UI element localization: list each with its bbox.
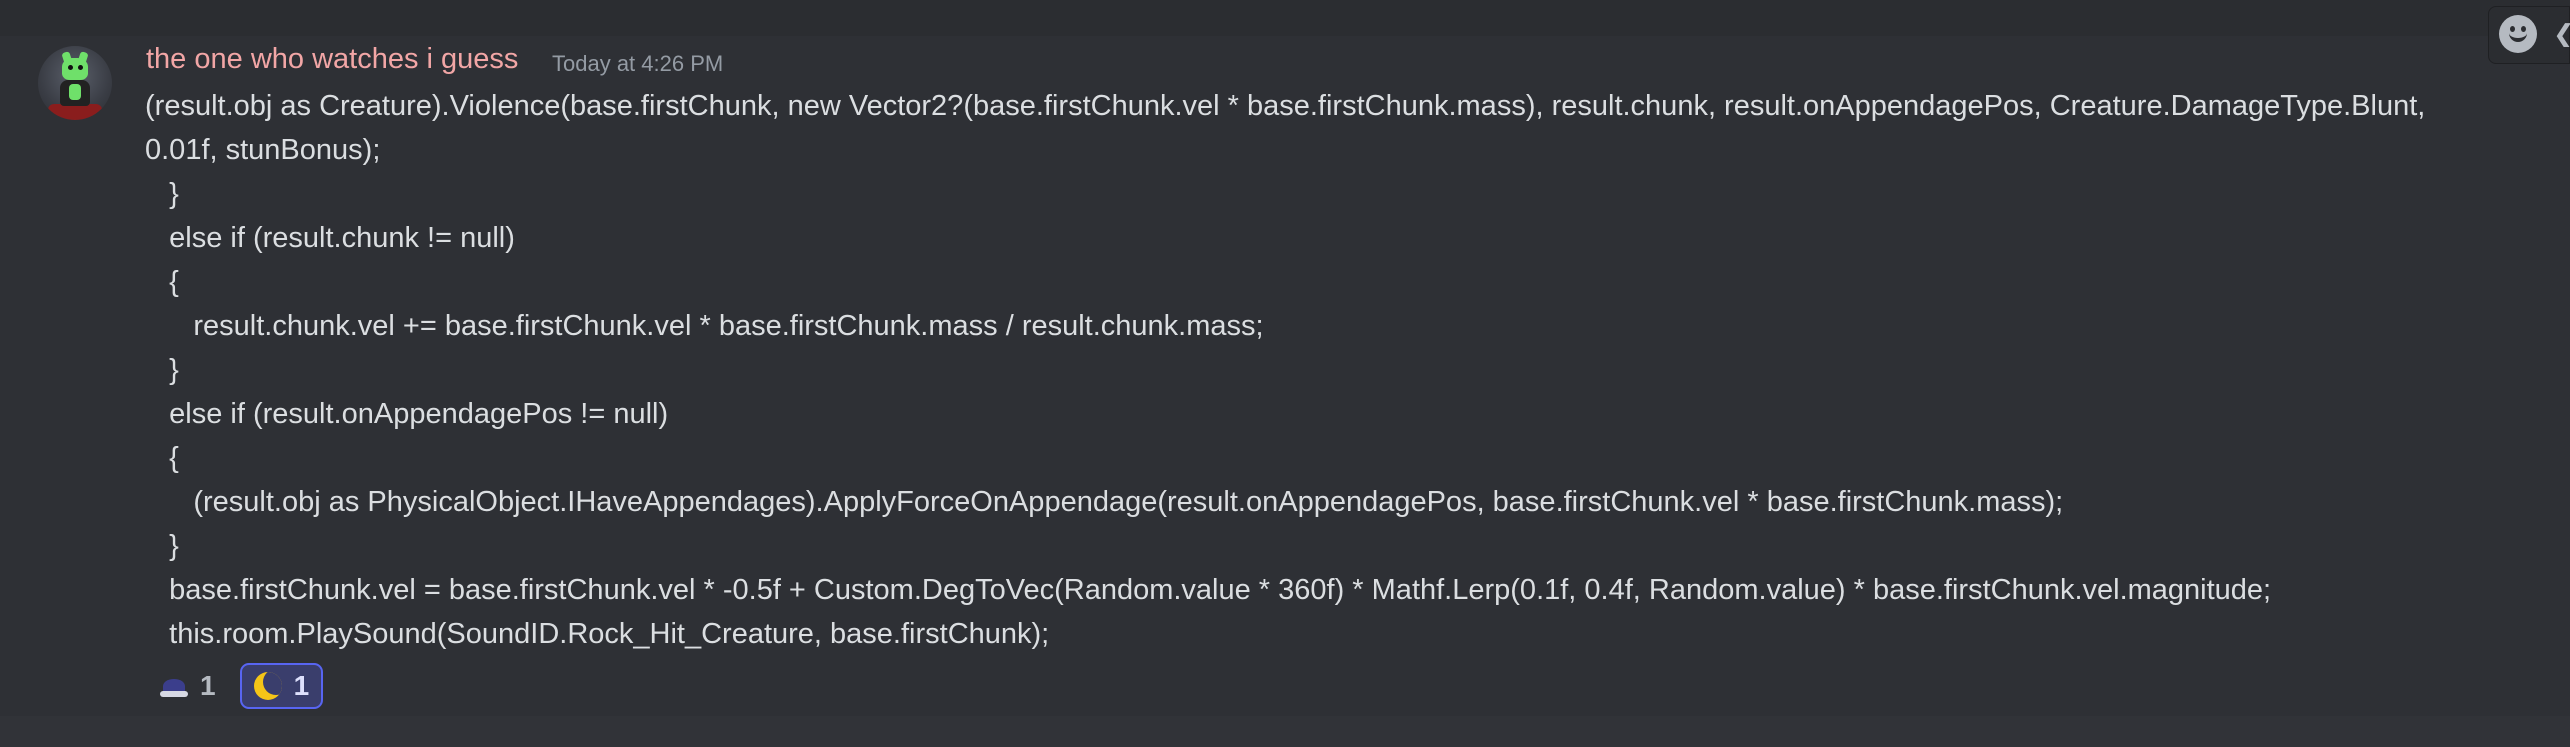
crescent-moon-icon — [253, 672, 282, 700]
more-options-icon[interactable]: ❮ — [2553, 21, 2570, 47]
reaction-count: 1 — [293, 670, 310, 701]
reactions-bar: 1 1 — [146, 661, 324, 711]
code-line: this.room.PlaySound(SoundID.Rock_Hit_Cre… — [145, 618, 1050, 650]
message-content: (result.obj as Creature).Violence(base.f… — [145, 84, 2545, 656]
wizard-hat-icon — [160, 679, 188, 699]
code-line: (result.obj as Creature).Violence(base.f… — [145, 90, 2426, 122]
channel-top-strip — [0, 0, 2570, 36]
avatar-eye-right — [78, 65, 83, 70]
user-avatar[interactable] — [38, 46, 112, 120]
code-line: { — [145, 442, 179, 474]
message-author[interactable]: the one who watches i guess — [146, 43, 518, 76]
code-line: } — [145, 354, 179, 386]
code-line: { — [145, 266, 179, 298]
reaction-count: 1 — [200, 670, 216, 701]
avatar-eye-left — [68, 65, 73, 70]
code-line: (result.obj as PhysicalObject.IHaveAppen… — [145, 486, 2064, 518]
message-timestamp: Today at 4:26 PM — [552, 51, 724, 76]
reaction-wizard-hat[interactable]: 1 — [146, 663, 230, 709]
reaction-crescent-moon[interactable]: 1 — [239, 663, 324, 709]
avatar-head-shape — [62, 58, 88, 80]
avatar-base-shape — [48, 104, 102, 120]
code-line: else if (result.onAppendagePos != null) — [145, 398, 669, 430]
avatar-chest-shape — [69, 84, 81, 100]
code-line: 0.01f, stunBonus); — [145, 134, 381, 166]
message-list-bottom — [0, 716, 2570, 747]
code-line: else if (result.chunk != null) — [145, 222, 515, 254]
code-line: } — [145, 178, 179, 210]
code-line: } — [145, 530, 179, 562]
code-line: result.chunk.vel += base.firstChunk.vel … — [145, 310, 1264, 342]
code-line: base.firstChunk.vel = base.firstChunk.ve… — [145, 574, 2272, 606]
